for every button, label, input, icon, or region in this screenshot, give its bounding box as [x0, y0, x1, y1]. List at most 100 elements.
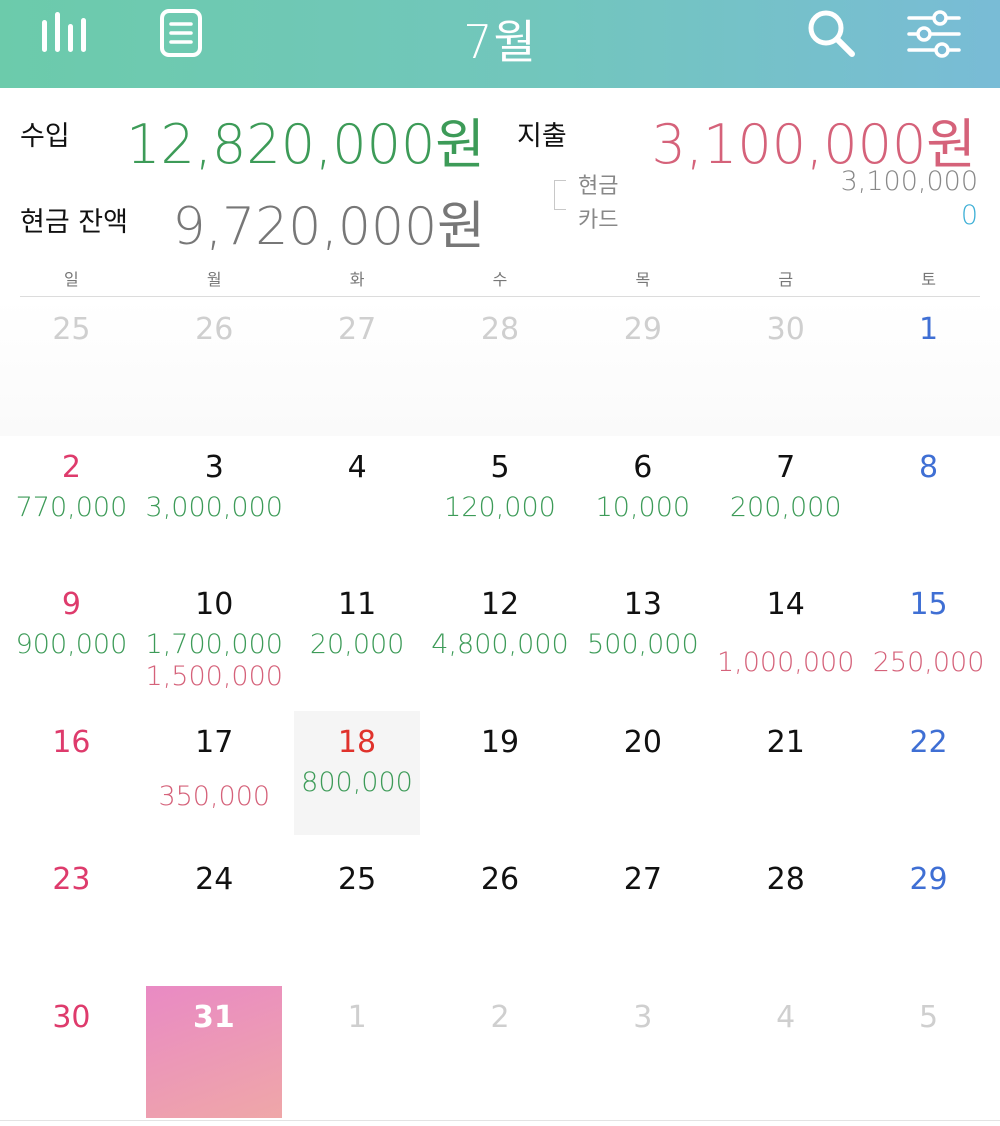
day-number: 9 — [61, 587, 81, 622]
calendar-day-cell[interactable]: 25 — [286, 848, 429, 986]
calendar-day-cell[interactable]: 13 500,000 — [571, 573, 714, 711]
day-number: 1 — [919, 312, 939, 347]
day-number: 2 — [61, 449, 81, 485]
calendar-day-cell[interactable]: 3 3,000,000 — [143, 436, 286, 574]
day-number: 4 — [347, 449, 367, 485]
calendar-day-cell[interactable]: 30 — [0, 986, 143, 1124]
day-number: 25 — [338, 862, 377, 897]
expense-label: 지출 — [517, 121, 567, 152]
calendar-day-cell[interactable]: 11 20,000 — [286, 573, 429, 711]
calendar-day-cell[interactable]: 1 — [286, 986, 429, 1124]
day-number: 26 — [480, 862, 520, 897]
day-expense-amount: 1,000,000 — [716, 647, 855, 678]
calendar-day-cell[interactable]: 12 4,800,000 — [429, 573, 572, 711]
card-expense-label: 카드 — [578, 208, 619, 233]
filter-sliders-icon[interactable] — [906, 8, 962, 60]
calendar-day-cell[interactable]: 30 — [714, 298, 857, 436]
weekday-header: 일 월 화 수 목 금 토 — [0, 266, 1000, 298]
calendar-day-cell[interactable]: 4 — [286, 436, 429, 574]
calendar-day-cell[interactable]: 3 — [571, 986, 714, 1124]
day-number: 19 — [480, 724, 520, 760]
weekday-sat: 토 — [921, 270, 936, 289]
calendar-day-cell[interactable]: 29 — [571, 298, 714, 436]
day-income-amount: 900,000 — [15, 629, 128, 660]
calendar-day-cell[interactable]: 14 1,000,000 — [714, 573, 857, 711]
calendar-day-cell[interactable]: 20 — [571, 711, 714, 849]
cash-balance-label: 현금 잔액 — [20, 207, 128, 238]
calendar-day-cell[interactable]: 28 — [429, 298, 572, 436]
income-amount: 12,820,000원 — [126, 113, 485, 176]
calendar-day-cell[interactable]: 2 770,000 — [0, 436, 143, 574]
weekday-thu: 목 — [635, 270, 651, 289]
calendar-day-cell[interactable]: 1 — [857, 298, 1000, 436]
search-icon[interactable] — [804, 8, 860, 60]
day-income-amount: 200,000 — [729, 491, 842, 523]
day-number: 20 — [623, 724, 662, 760]
day-number: 29 — [623, 312, 662, 347]
day-number: 21 — [766, 724, 805, 760]
day-number: 30 — [766, 312, 805, 347]
calendar-day-cell[interactable]: 29 — [857, 848, 1000, 986]
calendar-day-cell[interactable]: 24 — [143, 848, 286, 986]
day-number: 28 — [766, 862, 805, 897]
calendar-day-cell[interactable]: 22 — [857, 711, 1000, 849]
calendar-day-cell[interactable]: 26 — [143, 298, 286, 436]
calendar-day-cell[interactable]: 7 200,000 — [714, 436, 857, 574]
day-number: 27 — [338, 312, 377, 347]
cash-expense-amount: 3,100,000 — [840, 166, 978, 197]
day-number: 11 — [338, 587, 377, 622]
calendar-day-cell[interactable]: 31 — [145, 985, 282, 1118]
income-label: 수입 — [20, 121, 70, 152]
calendar-day-cell[interactable]: 9 900,000 — [0, 573, 143, 711]
day-number: 17 — [195, 724, 234, 760]
calendar-day-cell[interactable]: 6 10,000 — [571, 436, 714, 574]
day-number: 15 — [909, 587, 948, 622]
day-expense-amount: 250,000 — [872, 647, 985, 678]
calendar-day-cell[interactable]: 28 — [714, 848, 857, 986]
calendar-grid: 25 26 27 28 29 30 1 2 770,000 3 3,000,000 4 5 120,000… — [0, 298, 1000, 1126]
calendar-day-cell[interactable]: 2 — [429, 986, 572, 1124]
day-number: 5 — [490, 449, 510, 485]
calendar-day-cell[interactable]: 21 — [714, 711, 857, 849]
day-income-amount: 4,800,000 — [431, 629, 569, 660]
weekday-sun: 일 — [64, 270, 79, 289]
calendar-day-cell[interactable]: 27 — [571, 848, 714, 986]
day-number: 3 — [204, 449, 224, 485]
weekday-mon: 월 — [206, 270, 222, 289]
day-number: 16 — [52, 724, 91, 760]
day-expense-amount: 1,500,000 — [145, 661, 283, 692]
calendar-day-cell[interactable]: 17 350,000 — [143, 711, 286, 849]
calendar-day-cell[interactable]: 25 — [0, 298, 143, 436]
calendar-day-cell[interactable]: 10 1,700,000 1,500,000 — [143, 573, 286, 711]
weekday-divider — [20, 296, 980, 297]
calendar-day-cell[interactable]: 15 250,000 — [857, 573, 1000, 711]
calendar-day-cell[interactable]: 18 800,000 — [294, 710, 420, 835]
day-income-amount: 3,000,000 — [145, 491, 283, 523]
day-number: 12 — [480, 587, 520, 622]
day-income-amount: 120,000 — [444, 491, 556, 523]
day-number: 2 — [490, 999, 510, 1035]
calendar-week-row: 2 770,000 3 3,000,000 4 5 120,000 6 10,000 7 200,0… — [0, 436, 1000, 574]
calendar-week-row: 16 17 350,000 18 800,000 19 20 21 22 — [0, 710, 1000, 849]
day-number: 6 — [633, 449, 653, 485]
calendar-day-cell[interactable]: 27 — [286, 298, 429, 436]
day-number: 26 — [195, 312, 234, 347]
calendar-day-cell[interactable]: 8 — [857, 436, 1000, 574]
calendar-day-cell[interactable]: 4 — [714, 986, 857, 1124]
day-number: 29 — [909, 862, 948, 897]
day-number: 14 — [766, 587, 805, 622]
calendar-day-cell[interactable]: 23 — [0, 848, 143, 986]
day-number: 3 — [633, 999, 653, 1035]
bottom-divider — [0, 1120, 1000, 1121]
calendar-day-cell[interactable]: 19 — [429, 711, 572, 849]
calendar-day-cell[interactable]: 5 — [857, 986, 1000, 1124]
calendar-day-cell[interactable]: 26 — [429, 848, 572, 986]
calendar-day-cell[interactable]: 16 — [0, 711, 143, 849]
weekday-tue: 화 — [349, 270, 365, 289]
weekday-wed: 수 — [492, 270, 508, 289]
bracket-divider — [554, 180, 566, 210]
day-number: 13 — [623, 587, 662, 622]
calendar-day-cell[interactable]: 5 120,000 — [429, 436, 572, 574]
weekday-fri: 금 — [778, 270, 794, 289]
day-income-amount: 20,000 — [309, 629, 405, 660]
